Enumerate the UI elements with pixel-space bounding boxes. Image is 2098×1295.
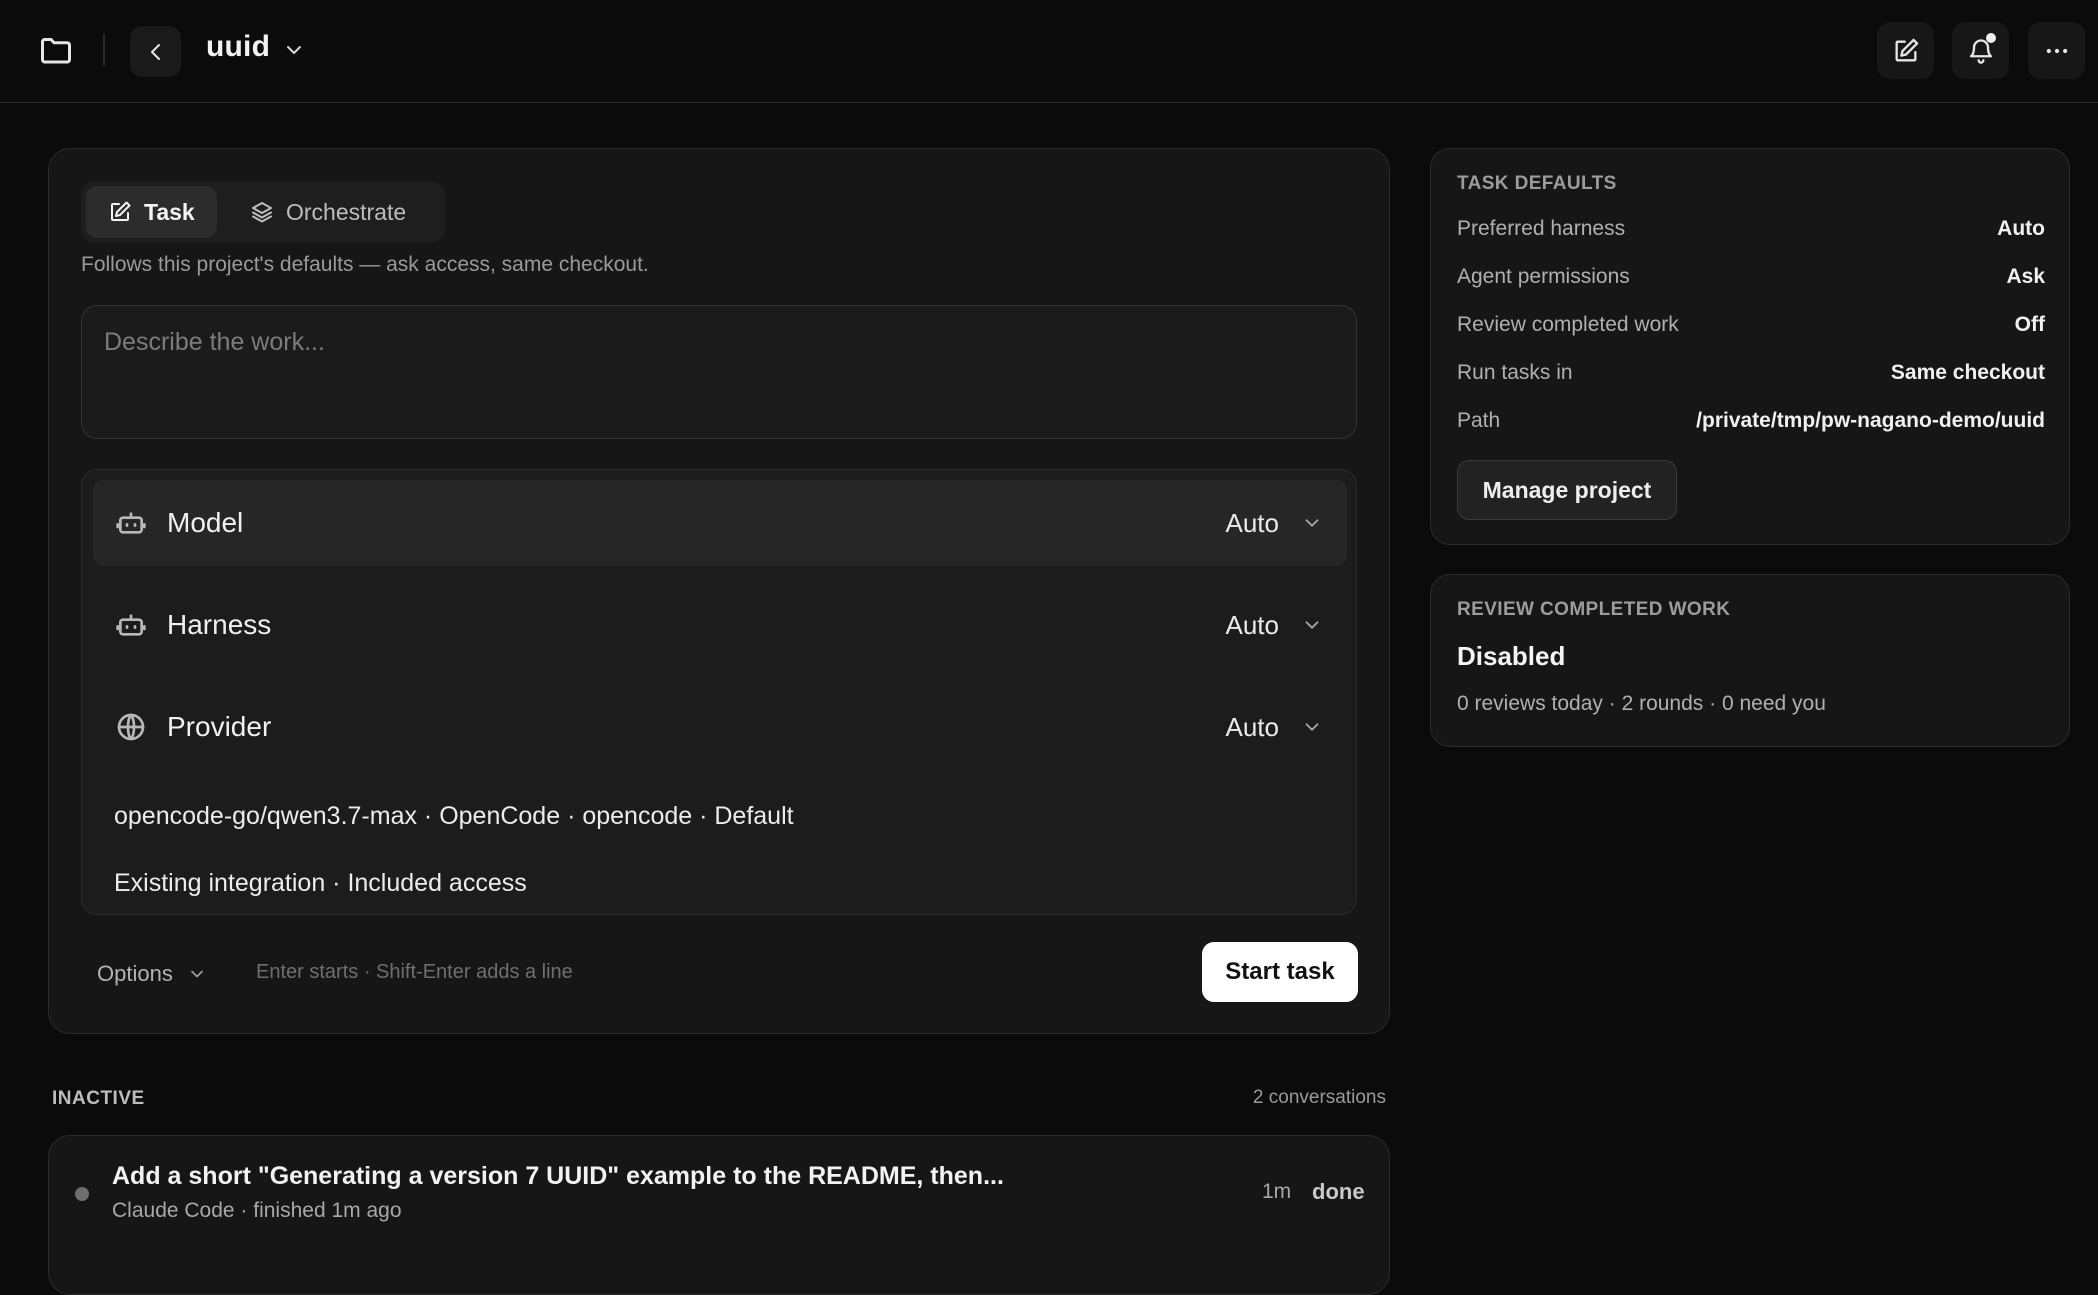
options-label: Options	[97, 961, 173, 986]
conversation-age: 1m	[1262, 1180, 1292, 1203]
model-value: Auto	[1225, 507, 1280, 538]
edit-icon	[108, 200, 132, 224]
setting-key: Run tasks in	[1457, 361, 1573, 384]
task-defaults-card: TASK DEFAULTS Preferred harness Auto Age…	[1430, 148, 2070, 545]
more-horizontal-icon	[2046, 48, 2067, 53]
path-row: Path /private/tmp/pw-nagano-demo/uuid	[1457, 409, 2045, 439]
agent-permissions-row: Agent permissions Ask	[1457, 265, 2045, 295]
mode-switch: Task Orchestrate	[81, 181, 445, 243]
keyboard-hint: Enter starts · Shift-Enter adds a line	[256, 961, 573, 983]
bot-icon	[115, 507, 147, 539]
tab-orchestrate[interactable]: Orchestrate	[228, 186, 428, 238]
globe-icon	[115, 711, 147, 743]
folder-icon[interactable]	[38, 32, 74, 68]
access-detail: Existing integration · Included access	[114, 869, 527, 897]
review-stats: 0 reviews today · 2 rounds · 0 need you	[1457, 692, 1826, 715]
chevron-left-icon	[150, 43, 160, 60]
review-card: REVIEW COMPLETED WORK Disabled 0 reviews…	[1430, 574, 2070, 747]
preferred-harness-row: Preferred harness Auto	[1457, 217, 2045, 247]
top-bar: uuid	[0, 0, 2098, 103]
more-button[interactable]	[2028, 22, 2085, 79]
resolved-model-detail: opencode-go/qwen3.7-max · OpenCode · ope…	[114, 802, 794, 830]
harness-select[interactable]: Harness Auto	[93, 582, 1347, 668]
chevron-down-icon	[1301, 512, 1323, 534]
chevron-down-icon	[187, 964, 207, 984]
review-state: Disabled	[1457, 641, 1566, 671]
status-dot	[75, 1187, 89, 1201]
setting-value: Same checkout	[1890, 361, 2045, 384]
conversation-title: Add a short "Generating a version 7 UUID…	[112, 1162, 1004, 1190]
tab-task[interactable]: Task	[86, 186, 217, 238]
config-panel: Model Auto Harness Auto Provider Auto op…	[81, 469, 1357, 915]
setting-key: Path	[1457, 409, 1501, 432]
toolbar-divider	[103, 34, 105, 66]
setting-key: Preferred harness	[1457, 217, 1626, 240]
new-task-button[interactable]	[1877, 22, 1934, 79]
start-task-button[interactable]: Start task	[1202, 942, 1358, 1002]
setting-value: Ask	[2006, 265, 2045, 288]
conversation-item[interactable]: Add a short "Generating a version 7 UUID…	[48, 1135, 1390, 1295]
defaults-hint: Follows this project's defaults — ask ac…	[81, 253, 649, 276]
task-defaults-heading: TASK DEFAULTS	[1457, 173, 1617, 194]
setting-key: Agent permissions	[1457, 265, 1630, 288]
manage-project-button[interactable]: Manage project	[1457, 460, 1677, 520]
review-heading: REVIEW COMPLETED WORK	[1457, 599, 1731, 620]
chevron-down-icon	[1301, 614, 1323, 636]
notification-dot	[1986, 33, 1996, 43]
provider-value: Auto	[1225, 711, 1280, 742]
task-prompt-input[interactable]	[81, 305, 1357, 439]
setting-value: Auto	[1997, 217, 2045, 240]
conversation-status: done	[1312, 1179, 1365, 1204]
back-button[interactable]	[130, 26, 181, 77]
model-select[interactable]: Model Auto	[93, 480, 1347, 566]
chevron-down-icon[interactable]	[282, 38, 306, 62]
compose-icon	[1895, 38, 1918, 61]
review-completed-work-row: Review completed work Off	[1457, 313, 2045, 343]
bot-icon	[115, 609, 147, 641]
tab-task-label: Task	[144, 198, 195, 225]
options-button[interactable]: Options	[97, 961, 207, 987]
run-tasks-in-row: Run tasks in Same checkout	[1457, 361, 2045, 391]
layers-icon	[250, 200, 274, 224]
model-label: Model	[167, 507, 244, 538]
conversation-subtitle: Claude Code · finished 1m ago	[112, 1199, 402, 1222]
provider-label: Provider	[167, 711, 272, 742]
chevron-down-icon	[1301, 716, 1323, 738]
harness-label: Harness	[167, 609, 272, 640]
notifications-button[interactable]	[1952, 22, 2009, 79]
task-composer: Task Orchestrate Follows this project's …	[48, 148, 1390, 1034]
harness-value: Auto	[1225, 609, 1280, 640]
setting-key: Review completed work	[1457, 313, 1679, 336]
tab-orchestrate-label: Orchestrate	[286, 198, 407, 225]
setting-value: Off	[2014, 313, 2045, 336]
project-title[interactable]: uuid	[206, 30, 270, 64]
inactive-heading: INACTIVE	[52, 1088, 145, 1109]
provider-select[interactable]: Provider Auto	[93, 684, 1347, 770]
setting-value: /private/tmp/pw-nagano-demo/uuid	[1696, 409, 2045, 432]
conversation-count: 2 conversations	[1252, 1087, 1386, 1108]
